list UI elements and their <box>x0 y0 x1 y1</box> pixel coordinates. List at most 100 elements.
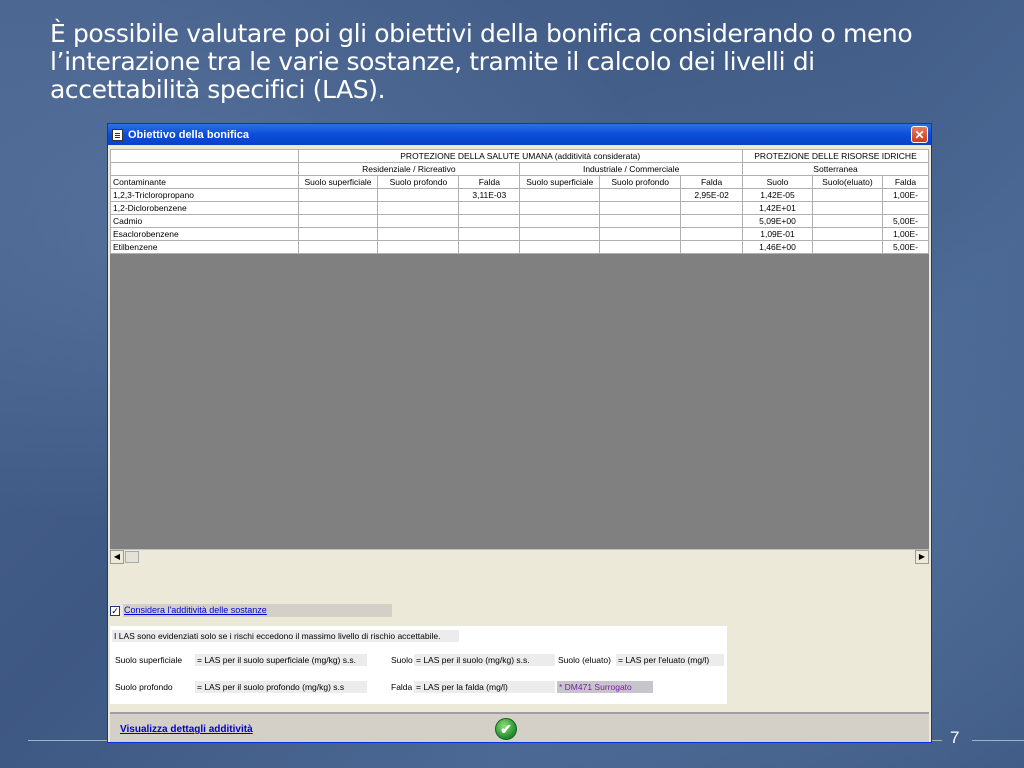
value-cell[interactable] <box>377 214 460 228</box>
value-cell[interactable] <box>599 227 682 241</box>
value-cell[interactable] <box>519 188 601 202</box>
value-cell[interactable] <box>377 188 460 202</box>
value-cell[interactable] <box>297 188 379 202</box>
column-header-row: Contaminante Suolo superficiale Suolo pr… <box>110 175 929 189</box>
ok-button[interactable]: ✔ <box>495 718 517 740</box>
value-cell[interactable] <box>458 214 521 228</box>
subheader-groundwater: Sotterranea <box>742 162 929 176</box>
value-cell[interactable]: 1,00E- <box>881 227 929 241</box>
legend-panel: I LAS sono evidenziati solo se i rischi … <box>110 626 727 704</box>
value-cell[interactable] <box>599 240 682 254</box>
header-health: PROTEZIONE DELLA SALUTE UMANA (additivit… <box>297 149 744 163</box>
value-cell[interactable]: 1,42E+01 <box>742 201 813 215</box>
legend-dm471: * DM471 Surrogato <box>557 681 653 693</box>
contaminant-cell[interactable]: Etilbenzene <box>110 240 299 254</box>
value-cell[interactable]: 1,00E- <box>881 188 929 202</box>
value-cell[interactable] <box>599 188 682 202</box>
column-header: Falda <box>458 175 521 189</box>
value-cell[interactable] <box>680 201 744 215</box>
table-row[interactable]: Esaclorobenzene 1,09E-01 1,00E- <box>110 227 929 241</box>
value-cell[interactable] <box>297 201 379 215</box>
value-cell[interactable] <box>811 214 883 228</box>
value-cell[interactable] <box>519 240 601 254</box>
scroll-right-icon[interactable]: ▶ <box>915 550 929 564</box>
legend-eluato-def: = LAS per l'eluato (mg/l) <box>616 654 724 666</box>
legend-falda: Falda <box>391 682 413 692</box>
value-cell[interactable] <box>811 240 883 254</box>
value-cell[interactable] <box>297 227 379 241</box>
contaminant-cell[interactable]: 1,2,3-Tricloropropano <box>110 188 299 202</box>
column-header: Suolo(eluato) <box>811 175 883 189</box>
value-cell[interactable]: 5,00E- <box>881 240 929 254</box>
value-cell[interactable] <box>458 227 521 241</box>
legend-falda-def: = LAS per la falda (mg/l) <box>414 681 555 693</box>
subheader-residential: Residenziale / Ricreativo <box>297 162 521 176</box>
checkmark-icon: ✔ <box>500 721 512 737</box>
value-cell[interactable] <box>811 201 883 215</box>
value-cell[interactable] <box>377 240 460 254</box>
value-cell[interactable]: 5,09E+00 <box>742 214 813 228</box>
results-grid[interactable]: PROTEZIONE DELLA SALUTE UMANA (additivit… <box>110 149 929 563</box>
value-cell[interactable] <box>297 240 379 254</box>
value-cell[interactable] <box>377 227 460 241</box>
value-cell[interactable] <box>519 201 601 215</box>
header-water: PROTEZIONE DELLE RISORSE IDRICHE <box>742 149 929 163</box>
slide-text: È possibile valutare poi gli obiettivi d… <box>50 19 913 104</box>
dialog-window: Obiettivo della bonifica ✕ PROTEZIONE DE… <box>107 123 932 743</box>
title-bar[interactable]: Obiettivo della bonifica ✕ <box>108 124 931 145</box>
value-cell[interactable] <box>519 214 601 228</box>
footer-line-right <box>972 740 1024 741</box>
value-cell[interactable]: 5,00E- <box>881 214 929 228</box>
value-cell[interactable]: 1,09E-01 <box>742 227 813 241</box>
value-cell[interactable]: 1,42E-05 <box>742 188 813 202</box>
subheader-blank <box>110 162 299 176</box>
value-cell[interactable] <box>881 201 929 215</box>
horizontal-scrollbar[interactable]: ◀ ▶ <box>110 549 929 564</box>
value-cell[interactable] <box>599 201 682 215</box>
additivity-label[interactable]: Considera l'additività delle sostanze <box>123 604 392 617</box>
footer-line-left <box>28 740 110 741</box>
legend-eluato: Suolo (eluato) <box>558 655 611 665</box>
close-button[interactable]: ✕ <box>911 126 928 143</box>
value-cell[interactable] <box>377 201 460 215</box>
legend-suolo-sup: Suolo superficiale <box>115 655 183 665</box>
value-cell[interactable] <box>297 214 379 228</box>
contaminant-cell[interactable]: 1,2-Diclorobenzene <box>110 201 299 215</box>
scroll-left-icon[interactable]: ◀ <box>110 550 124 564</box>
column-header: Contaminante <box>110 175 299 189</box>
value-cell[interactable] <box>680 214 744 228</box>
column-header: Falda <box>881 175 929 189</box>
value-cell[interactable]: 2,95E-02 <box>680 188 744 202</box>
legend-suolo-prof: Suolo profondo <box>115 682 173 692</box>
value-cell[interactable] <box>811 188 883 202</box>
value-cell[interactable] <box>680 240 744 254</box>
value-cell[interactable] <box>458 240 521 254</box>
legend-suolo-def: = LAS per il suolo (mg/kg) s.s. <box>414 654 555 666</box>
value-cell[interactable] <box>458 201 521 215</box>
table-row[interactable]: Etilbenzene 1,46E+00 5,00E- <box>110 240 929 254</box>
contaminant-cell[interactable]: Esaclorobenzene <box>110 227 299 241</box>
scroll-thumb[interactable] <box>125 551 139 563</box>
value-cell[interactable]: 1,46E+00 <box>742 240 813 254</box>
legend-suolo-sup-def: = LAS per il suolo superficiale (mg/kg) … <box>195 654 367 666</box>
value-cell[interactable] <box>811 227 883 241</box>
table-row[interactable]: 1,2-Diclorobenzene 1,42E+01 <box>110 201 929 215</box>
column-header: Suolo superficiale <box>519 175 601 189</box>
document-icon <box>112 128 123 141</box>
page-number: 7 <box>950 728 960 747</box>
subheader-industrial: Industriale / Commerciale <box>519 162 744 176</box>
bottom-bar: Visualizza dettagli additività ✔ <box>110 712 929 742</box>
legend-suolo-prof-def: = LAS per il suolo profondo (mg/kg) s.s <box>195 681 367 693</box>
value-cell[interactable] <box>599 214 682 228</box>
column-header: Falda <box>680 175 744 189</box>
table-row[interactable]: Cadmio 5,09E+00 5,00E- <box>110 214 929 228</box>
details-link[interactable]: Visualizza dettagli additività <box>120 724 253 735</box>
value-cell[interactable] <box>680 227 744 241</box>
value-cell[interactable]: 3,11E-03 <box>458 188 521 202</box>
column-header: Suolo superficiale <box>297 175 379 189</box>
table-row[interactable]: 1,2,3-Tricloropropano 3,11E-03 2,95E-02 1,4… <box>110 188 929 202</box>
additivity-checkbox[interactable]: ✓ <box>110 605 120 616</box>
contaminant-cell[interactable]: Cadmio <box>110 214 299 228</box>
value-cell[interactable] <box>519 227 601 241</box>
window-title: Obiettivo della bonifica <box>128 128 250 141</box>
